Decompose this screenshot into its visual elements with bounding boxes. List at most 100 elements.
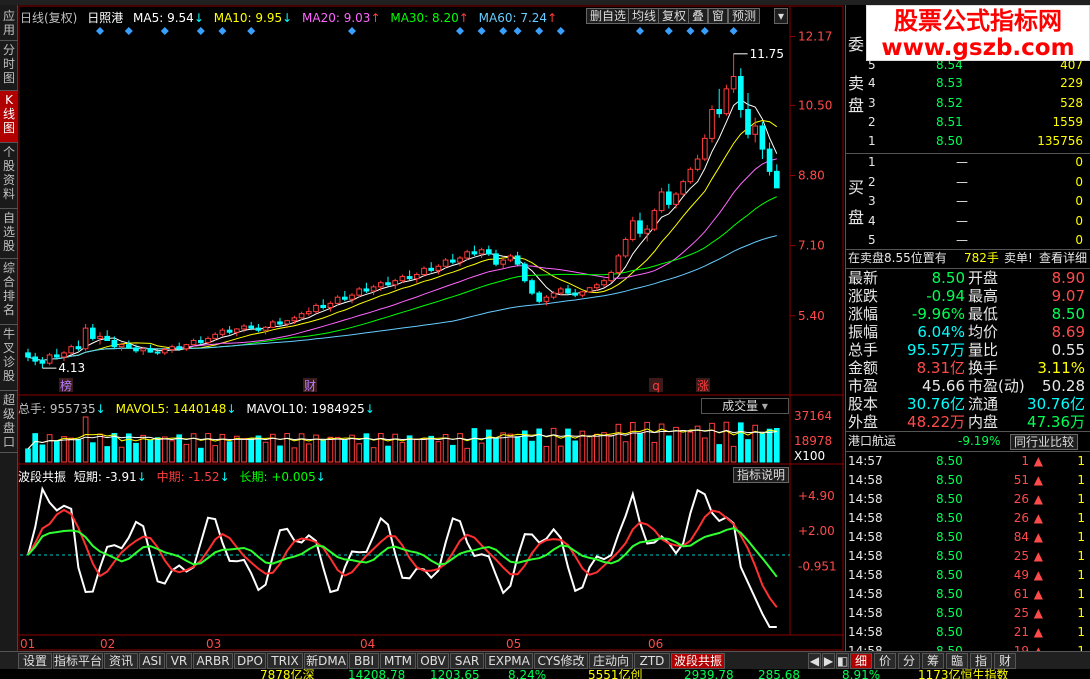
chart-toolbar-button-1[interactable]: 均线 (628, 8, 661, 24)
tick-up-icon: ▲ (1033, 625, 1043, 639)
right-tab-5[interactable]: 指 (970, 653, 992, 669)
sidebar-tab-0[interactable]: 应用 (0, 7, 18, 41)
signal-diamond-6 (348, 27, 356, 35)
candle-body-23 (190, 340, 197, 346)
sidebar-tab-5[interactable]: 综合排名 (0, 259, 18, 325)
sidebar-tab-4[interactable]: 自选股 (0, 209, 18, 259)
right-tab-6[interactable]: 财 (994, 653, 1016, 669)
stat-label: 涨幅 (848, 305, 879, 323)
tick-price: 8.50 (936, 492, 963, 506)
indicator-axis-label-0: +4.90 (798, 489, 835, 503)
tick-price: 8.50 (936, 606, 963, 620)
chart-toolbar-button-3[interactable]: 叠 (688, 8, 709, 24)
bottom-tab-15[interactable]: 庄动向 (589, 653, 633, 669)
volume-bar-89 (665, 435, 672, 463)
right-tab-4[interactable]: 臨 (946, 653, 968, 669)
tick-up-icon: ▲ (1033, 473, 1043, 487)
chart-toolbar-button-5[interactable]: 预测 (728, 8, 761, 24)
volume-bar-35 (277, 445, 283, 463)
signal-diamond-7 (456, 27, 464, 35)
bottom-tab-4[interactable]: VR (166, 653, 192, 669)
chart-toolbar-button-0[interactable]: 删自选 (586, 8, 631, 24)
sidebar-tab-2[interactable]: K线图 (0, 91, 18, 143)
bottom-tab-16[interactable]: ZTD (634, 653, 670, 669)
sidebar-tab-3[interactable]: 个股资料 (0, 143, 18, 209)
bottom-tab-5[interactable]: ARBR (193, 653, 233, 669)
candle-body-46 (356, 288, 363, 296)
stat-row-0: 最新 8.50 开盘 8.90 (846, 269, 1090, 288)
sidebar-tab-1[interactable]: 分时图 (0, 41, 18, 91)
sidebar-tab-7[interactable]: 超级盘口 (0, 391, 18, 453)
bottom-tab-17[interactable]: 波段共振 (671, 653, 725, 669)
bottom-tab-2[interactable]: 资讯 (104, 653, 138, 669)
kline-chart-area[interactable]: 12.17 10.50 8.80 7.10 5.40 11.75 4.13 榜 财 q 涨 37164… (18, 5, 844, 651)
right-tab-1[interactable]: 价 (874, 653, 896, 669)
bottom-tab-14[interactable]: CYS修改 (534, 653, 588, 669)
candle-body-58 (442, 259, 449, 267)
tick-count: 1 (1077, 473, 1085, 487)
bottom-tab-1[interactable]: 指标平台 (53, 653, 103, 669)
bottom-tab-0[interactable]: 设置 (18, 653, 52, 669)
volume-bar-32 (255, 435, 262, 463)
candle-body-8 (82, 327, 89, 350)
bottom-tab-9[interactable]: BBI (349, 653, 379, 669)
chart-toolbar-expand-button[interactable]: ▾ (774, 8, 789, 24)
right-tab-2[interactable]: 分 (898, 653, 920, 669)
candle-body-94 (701, 137, 708, 160)
month-label-0: 01 (20, 637, 35, 651)
right-tab-3[interactable]: 筹 (922, 653, 944, 669)
chart-toolbar-button-2[interactable]: 复权 (658, 8, 691, 24)
bottom-tab-10[interactable]: MTM (380, 653, 416, 669)
volume-bar-65 (493, 437, 499, 463)
sidebar-tab-6[interactable]: 牛叉诊股 (0, 325, 18, 391)
candle-body-21 (176, 346, 183, 350)
candle-body-35 (277, 321, 283, 325)
volume-bar-94 (701, 437, 708, 463)
bottom-tab-bar: 设置 指标平台 资讯 ASI VR ARBR DPO TRIX 新DMA BBI MTM OBV SAR… (0, 651, 1090, 669)
volume-bar-14 (125, 433, 132, 463)
candle-body-91 (680, 181, 687, 195)
right-tab-0[interactable]: 细 (850, 653, 872, 669)
bottom-scroll-2[interactable]: ◧ (836, 653, 849, 669)
bottom-tab-13[interactable]: EXPMA (485, 653, 533, 669)
tick-row-1: 14:58 8.50 51 ▲ 1 (846, 471, 1090, 490)
bottom-scroll-1[interactable]: ▶ (822, 653, 835, 669)
tick-count: 1 (1077, 606, 1085, 620)
volume-bar-13 (118, 446, 125, 463)
bottom-tab-11[interactable]: OBV (417, 653, 449, 669)
candle-body-60 (457, 257, 463, 263)
tick-count: 1 (1077, 530, 1085, 544)
tick-row-9: 14:58 8.50 21 ▲ 1 (846, 623, 1090, 642)
chart-canvas[interactable]: 12.17 10.50 8.80 7.10 5.40 11.75 4.13 榜 财 q 涨 37164… (18, 5, 844, 651)
stat-label: 股本 (848, 395, 879, 413)
volume-bar-8 (82, 416, 89, 463)
volume-bar-81 (608, 434, 615, 463)
tick-volume: 49 (1013, 568, 1029, 582)
candle-body-47 (363, 288, 370, 292)
signal-diamond-17 (729, 27, 738, 35)
indicator-help-button[interactable]: 指标说明 (733, 467, 790, 483)
stat-label: 市盈 (848, 377, 879, 395)
signal-diamond-9 (499, 27, 508, 35)
chart-toolbar-button-4[interactable]: 窗 (708, 8, 729, 24)
bottom-tab-7[interactable]: TRIX (267, 653, 303, 669)
volume-bar-80 (601, 432, 607, 463)
signal-diamond-4 (218, 27, 227, 35)
bottom-tab-8[interactable]: 新DMA (304, 653, 348, 669)
buy-level: 5 (868, 233, 876, 247)
signal-diamond-12 (556, 27, 565, 35)
position-detail-link[interactable]: 查看详细 (1039, 249, 1087, 268)
volume-indicator-dropdown[interactable]: 成交量 ▾ (701, 398, 789, 414)
volume-bar-39 (305, 443, 312, 463)
bottom-tab-12[interactable]: SAR (450, 653, 484, 669)
signal-diamond-13 (636, 27, 644, 35)
bottom-scroll-0[interactable]: ◀ (808, 653, 821, 669)
candle-body-37 (291, 317, 298, 322)
bottom-tab-6[interactable]: DPO (234, 653, 266, 669)
bottom-tab-3[interactable]: ASI (139, 653, 165, 669)
volume-bar-41 (320, 439, 327, 463)
stat-value: 48.22万 (907, 413, 965, 431)
position-volume: 782手 (964, 251, 999, 265)
peer-compare-button[interactable]: 同行业比较 (1010, 434, 1079, 450)
ma5-value: MA5: 9.54↓ (133, 11, 204, 25)
